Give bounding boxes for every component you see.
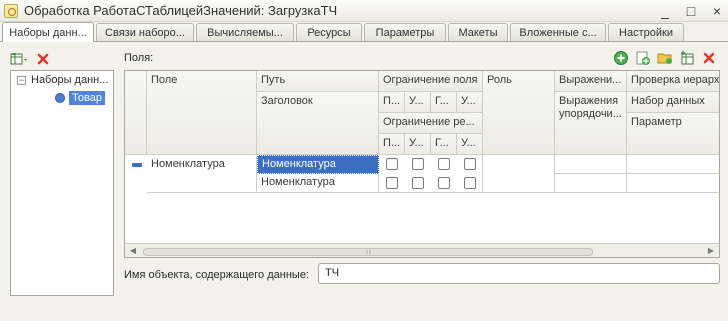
- header-field[interactable]: Поле: [147, 71, 257, 155]
- fields-label: Поля:: [124, 52, 154, 64]
- checkbox-restr-g[interactable]: [438, 158, 450, 170]
- checkbox-restr-u2[interactable]: [464, 158, 476, 170]
- maximize-button[interactable]: □: [680, 2, 702, 20]
- app-icon: [4, 3, 18, 18]
- scroll-left-icon[interactable]: ◀: [127, 245, 139, 257]
- cell-order-expression[interactable]: [555, 174, 627, 193]
- horizontal-scrollbar[interactable]: ◀ ▶: [125, 243, 719, 257]
- checkbox-attr-u[interactable]: [412, 177, 424, 189]
- close-button[interactable]: ×: [706, 2, 728, 20]
- tab-templates[interactable]: Макеты: [448, 23, 508, 41]
- cell-hierarchy-dataset[interactable]: [627, 155, 719, 174]
- dataset-tree[interactable]: − Наборы данн... Товар: [10, 70, 114, 296]
- cell-title[interactable]: Номенклатура: [257, 174, 379, 193]
- scroll-thumb[interactable]: [143, 247, 593, 256]
- tab-bar: Наборы данн... Связи наборо... Вычисляем…: [0, 22, 728, 42]
- checkbox-attr-g[interactable]: [438, 177, 450, 189]
- header-dataset[interactable]: Набор данных: [627, 92, 719, 113]
- object-name-label: Имя объекта, содержащего данные:: [124, 269, 309, 281]
- header-field-restriction[interactable]: Ограничение поля: [379, 71, 483, 92]
- add-field-icon[interactable]: [612, 50, 630, 66]
- header-title[interactable]: Заголовок: [257, 92, 379, 155]
- fields-toolbar: [612, 50, 718, 66]
- cell-expression[interactable]: [555, 155, 627, 174]
- header-attr-u[interactable]: У...: [405, 134, 431, 155]
- header-restr-p[interactable]: П...: [379, 92, 405, 113]
- left-toolbar: [10, 50, 52, 68]
- collapse-icon[interactable]: −: [17, 75, 26, 85]
- tree-root-row[interactable]: − Наборы данн...: [11, 71, 113, 89]
- header-order-expression[interactable]: Выражения упорядочи...: [555, 92, 627, 155]
- checkbox-restr-p[interactable]: [386, 158, 398, 170]
- cell-field[interactable]: Номенклатура: [147, 155, 257, 193]
- header-attr-restriction[interactable]: Ограничение ре...: [379, 113, 483, 134]
- header-parameter[interactable]: Параметр: [627, 113, 719, 155]
- tree-child-row[interactable]: Товар: [11, 89, 113, 107]
- add-table-icon[interactable]: [678, 50, 696, 66]
- checkbox-attr-u2[interactable]: [464, 177, 476, 189]
- header-restr-u[interactable]: У...: [405, 92, 431, 113]
- folder-icon[interactable]: [656, 50, 674, 66]
- tab-dataset-links[interactable]: Связи наборо...: [96, 23, 194, 41]
- scroll-right-icon[interactable]: ▶: [705, 245, 717, 257]
- add-child-field-icon[interactable]: [634, 50, 652, 66]
- checkbox-attr-p[interactable]: [386, 177, 398, 189]
- tree-root-label: Наборы данн...: [31, 74, 109, 86]
- cell-path[interactable]: Номенклатура: [257, 155, 379, 174]
- header-attr-g[interactable]: Г...: [431, 134, 457, 155]
- tab-datasets[interactable]: Наборы данн...: [2, 22, 94, 42]
- tab-settings[interactable]: Настройки: [608, 23, 684, 41]
- header-restr-g[interactable]: Г...: [431, 92, 457, 113]
- cell-role[interactable]: [483, 155, 555, 193]
- tree-child-label: Товар: [69, 91, 105, 105]
- row-marker-header: [125, 71, 147, 155]
- checkbox-restr-u[interactable]: [412, 158, 424, 170]
- current-row-marker: [132, 163, 142, 167]
- fields-grid[interactable]: Поле Путь Заголовок Ограничение поля П..…: [124, 70, 720, 258]
- window-title: Обработка РаботаСТаблицейЗначений: Загру…: [24, 3, 338, 18]
- tab-calculated-fields[interactable]: Вычисляемы...: [196, 23, 294, 41]
- delete-icon[interactable]: [34, 51, 52, 67]
- tab-resources[interactable]: Ресурсы: [296, 23, 362, 41]
- tab-nested-schemas[interactable]: Вложенные с...: [510, 23, 606, 41]
- dataset-icon: [55, 93, 65, 103]
- tab-parameters[interactable]: Параметры: [364, 23, 446, 41]
- header-expression[interactable]: Выражени...: [555, 71, 627, 92]
- header-role[interactable]: Роль: [483, 71, 555, 155]
- header-restr-u2[interactable]: У...: [457, 92, 483, 113]
- cell-hierarchy-parameter[interactable]: [627, 174, 719, 193]
- header-attr-p[interactable]: П...: [379, 134, 405, 155]
- add-dataset-icon[interactable]: [10, 51, 28, 67]
- header-hierarchy-check[interactable]: Проверка иерархии: [627, 71, 719, 92]
- minimize-button[interactable]: _: [654, 2, 676, 20]
- header-attr-u2[interactable]: У...: [457, 134, 483, 155]
- title-bar: Обработка РаботаСТаблицейЗначений: Загру…: [0, 0, 728, 22]
- delete-field-icon[interactable]: [700, 50, 718, 66]
- object-name-input[interactable]: ТЧ: [318, 263, 720, 284]
- header-path[interactable]: Путь: [257, 71, 379, 92]
